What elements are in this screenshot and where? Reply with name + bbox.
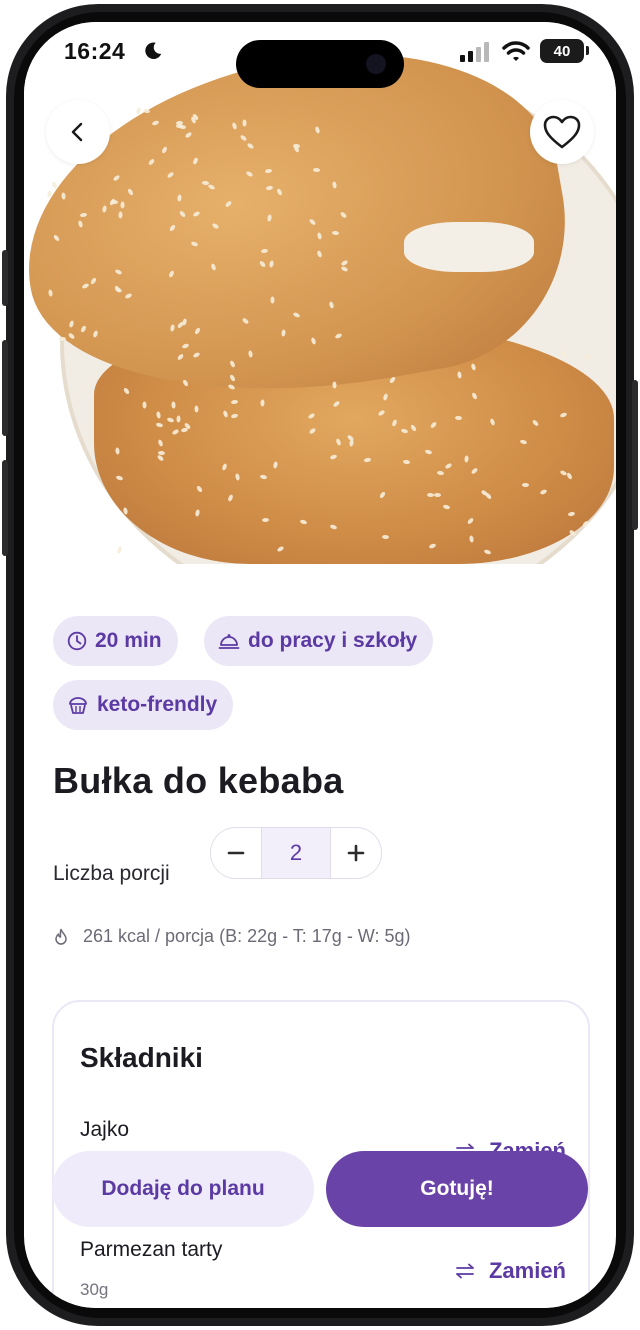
servings-label: Liczba porcji (53, 862, 170, 885)
swap-ingredient-button[interactable]: Zamień (453, 1258, 566, 1284)
add-to-plan-button[interactable]: Dodaję do planu (52, 1151, 314, 1227)
camera-dot (366, 54, 386, 74)
tag-diet: keto-frendly (53, 680, 234, 730)
tag-category-label: do pracy i szkoły (248, 629, 418, 652)
ingredients-title: Składniki (80, 1042, 203, 1073)
swap-label: Zamień (488, 1258, 566, 1283)
swap-icon (456, 1263, 474, 1279)
heart-icon (543, 115, 581, 149)
cook-button[interactable]: Gotuję! (326, 1151, 588, 1227)
decrease-servings-button[interactable] (211, 828, 261, 878)
increase-servings-button[interactable] (331, 828, 381, 878)
clock-icon (67, 631, 87, 651)
flame-icon (55, 928, 67, 945)
action-button (2, 250, 8, 306)
servings-value[interactable]: 2 (261, 828, 331, 878)
chevron-left-icon (71, 122, 83, 142)
back-button[interactable] (46, 100, 110, 164)
cupcake-icon (69, 697, 87, 714)
ingredient-item: Parmezan tarty 30g Zamień (80, 1238, 566, 1300)
tag-time-label: 20 min (95, 629, 162, 652)
plus-icon (347, 844, 365, 862)
app-screen: 16:24 40 20 min do pracy i szkoły keto-f… (24, 22, 616, 1308)
dynamic-island (236, 40, 404, 88)
wifi-icon (502, 41, 530, 61)
tag-time: 20 min (53, 616, 178, 666)
tag-diet-label: keto-frendly (97, 693, 218, 716)
volume-up-button (2, 340, 8, 436)
volume-down-button (2, 460, 8, 556)
battery-icon: 40 (540, 39, 589, 63)
status-time: 16:24 (64, 38, 126, 64)
nutrition-info: 261 kcal / porcja (B: 22g - T: 17g - W: … (53, 926, 411, 947)
favorite-button[interactable] (530, 100, 594, 164)
sauce (404, 222, 534, 272)
battery-level: 40 (553, 42, 571, 60)
recipe-hero-image (24, 22, 616, 564)
servings-stepper: 2 (210, 827, 382, 879)
signal-icon (460, 42, 489, 62)
power-button (632, 380, 638, 530)
tag-category: do pracy i szkoły (204, 616, 434, 666)
moon-icon (145, 42, 162, 59)
nutrition-text: 261 kcal / porcja (B: 22g - T: 17g - W: … (83, 926, 411, 946)
minus-icon (227, 851, 245, 855)
recipe-title: Bułka do kebaba (53, 760, 344, 801)
food-cloche-icon (218, 634, 240, 649)
